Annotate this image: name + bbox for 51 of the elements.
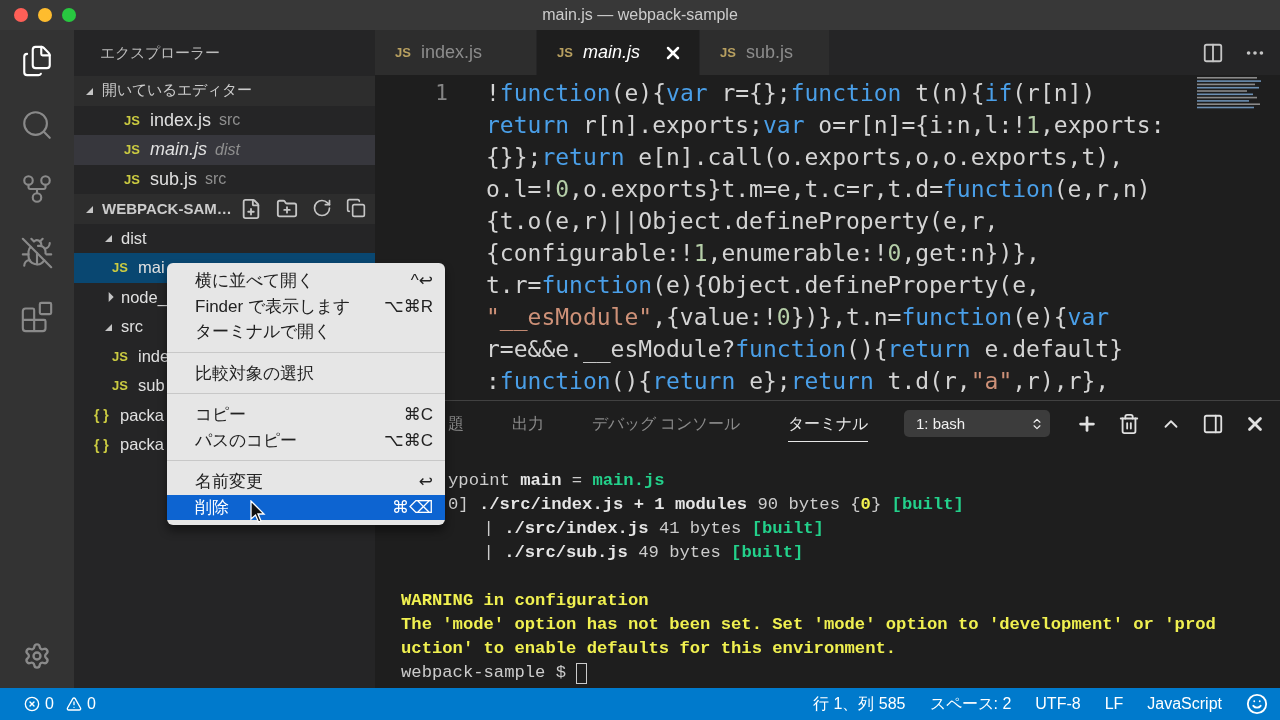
code-line: "__esModule",{value:!0})},t.n=function(e){var: [486, 303, 1111, 333]
tab-label: index.js: [420, 42, 482, 63]
folder-label: dist: [215, 140, 240, 159]
terminal-line: uction' to enable defaults for this environment.: [401, 638, 897, 660]
file-name: packa: [120, 405, 165, 425]
folder-label: src: [219, 111, 241, 130]
code-line: return r[n].exports;var o=r[n]={i:n,l:!1,exports:: [486, 111, 1166, 140]
window-title: main.js — webpack-sample: [542, 6, 738, 24]
terminal-line: The 'mode' option has not been set. Set 'mode' option to 'development' or 'prod: [401, 614, 1216, 636]
code-line: :function(){return e};return t.d(r,"a",r),r},: [486, 367, 1111, 396]
file-type-icon: JS: [124, 142, 142, 158]
tab-label: main.js: [582, 42, 640, 63]
terminal-line: | ./src/sub.js 49 bytes [built]: [482, 542, 804, 564]
tab-label: sub.js: [745, 42, 793, 63]
file-name: main.js: [150, 139, 207, 161]
file-type-icon: JS: [112, 378, 130, 394]
file-type-icon: JS: [112, 348, 130, 364]
file-name: mai: [138, 258, 165, 278]
file-type-icon: JS: [720, 45, 736, 60]
file-type-icon: JS: [124, 171, 142, 187]
folder-label: src: [205, 170, 227, 189]
file-name: inde: [138, 346, 170, 366]
code-line: o.l=!0,o.exports}t.m=e,t.c=r,t.d=function(e,r,n): [486, 175, 1152, 204]
code-line: t.r=function(e){Object.defineProperty(e,: [486, 271, 1041, 300]
code-line: !function(e){var r={};function t(n){if(r[n]): [486, 79, 1097, 108]
folder-name: src: [121, 317, 143, 337]
file-type-icon: JS: [557, 45, 573, 60]
terminal-line: | ./src/index.js 41 bytes [built]: [482, 518, 824, 540]
file-name: sub.js: [150, 168, 198, 190]
code-line: {t.o(e,r)||Object.defineProperty(e,r,: [486, 207, 1000, 236]
terminal-line: webpack-sample $: [401, 661, 588, 685]
file-type-icon: JS: [112, 260, 130, 276]
folder-name: node_: [121, 287, 167, 307]
section-title: 開いているエディター: [102, 81, 252, 101]
line-number: 1: [435, 81, 448, 105]
section-title: WEBPACK-SAM…: [102, 200, 232, 218]
code-line: {}};return e[n].call(o.exports,o,o.exports,t),: [486, 143, 1124, 172]
code-line: {configurable:!1,enumerable:!0,get:n})},: [486, 239, 1041, 268]
file-type-icon: JS: [395, 45, 411, 60]
file-type-icon: { }: [94, 436, 112, 453]
file-name: sub: [138, 376, 165, 396]
folder-name: dist: [121, 228, 147, 248]
file-type-icon: { }: [94, 407, 112, 424]
sidebar-title: エクスプローラー: [100, 43, 220, 63]
code-line: r=e&&e.__esModule?function(){return e.default}: [486, 335, 1124, 365]
file-name: packa: [120, 435, 165, 455]
file-name: index.js: [150, 109, 212, 131]
terminal-line: WARNING in configuration: [401, 590, 649, 612]
file-type-icon: JS: [124, 112, 142, 128]
terminal-line: ypoint main = main.js: [448, 470, 665, 492]
terminal-line: 0] ./src/index.js + 1 modules 90 bytes {0} [built]: [448, 494, 964, 516]
